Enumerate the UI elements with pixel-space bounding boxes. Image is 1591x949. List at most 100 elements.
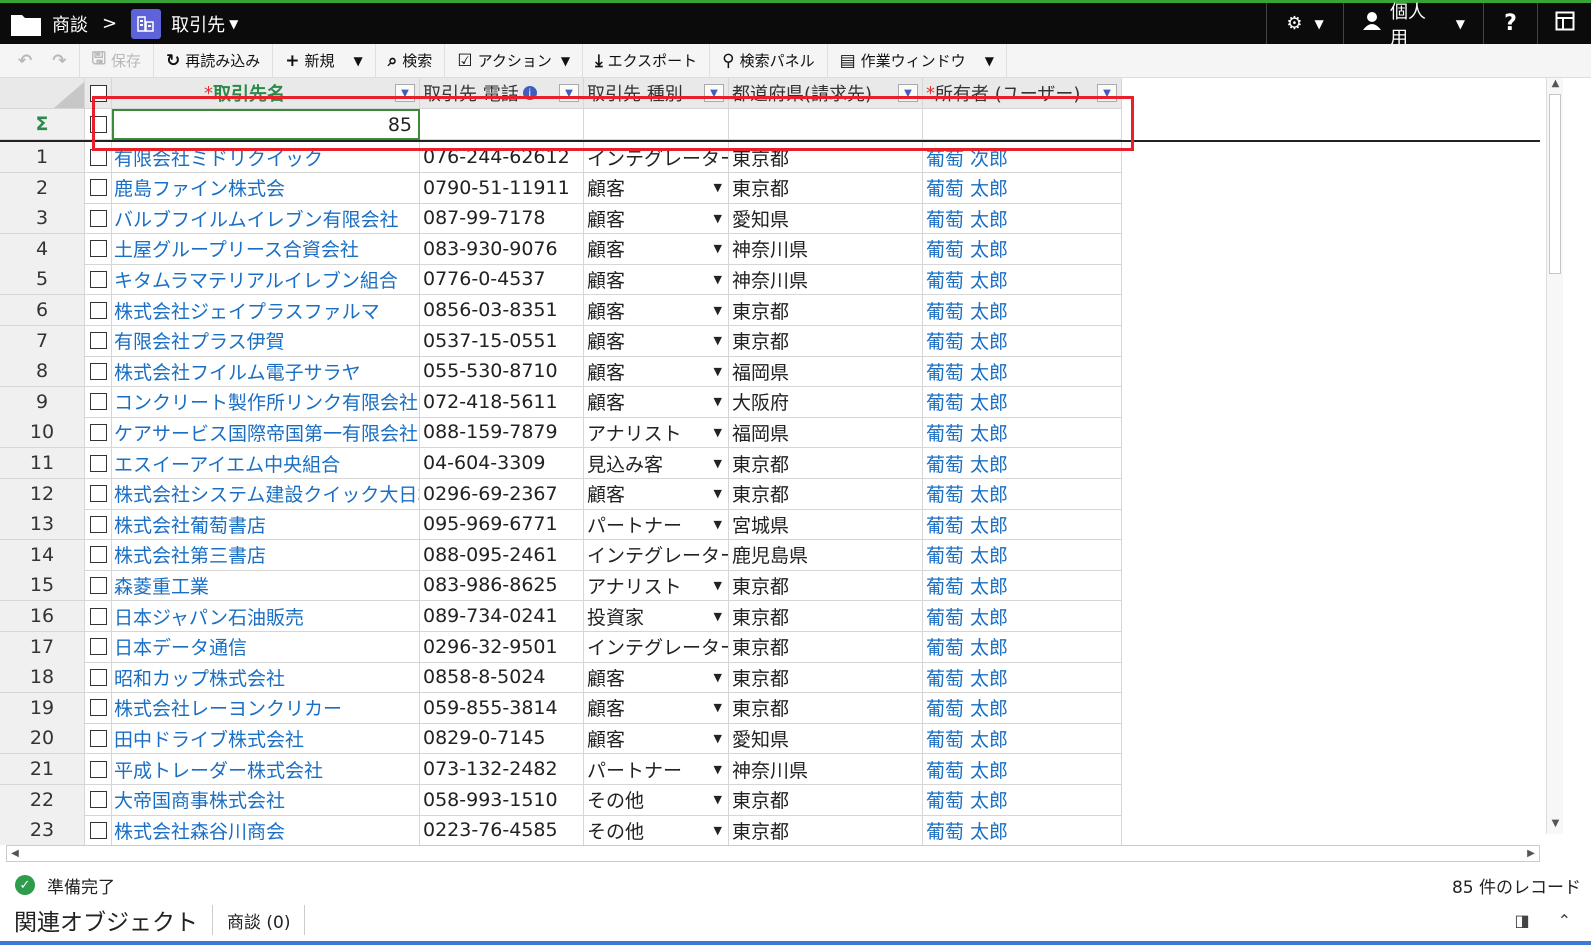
scroll-up-icon[interactable]: ▲ bbox=[1547, 78, 1564, 94]
row-number[interactable]: 20 bbox=[0, 723, 85, 755]
account-name-link[interactable]: 平成トレーダー株式会社 bbox=[112, 754, 420, 785]
row-checkbox-cell[interactable] bbox=[85, 172, 112, 204]
owner-link[interactable]: 葡萄 太郎 bbox=[923, 601, 1122, 632]
account-name-link[interactable]: 大帝国商事株式会社 bbox=[112, 784, 420, 816]
chevron-down-icon[interactable]: ▼ bbox=[714, 273, 722, 286]
row-number[interactable]: 9 bbox=[0, 386, 85, 418]
table-row[interactable]: 2 鹿島ファイン株式会 0790-51-11911 顧客 ▼ 東京都 葡萄 太郎 bbox=[0, 172, 1122, 204]
search-button[interactable]: ⌕ 検索 bbox=[376, 43, 446, 78]
row-checkbox[interactable] bbox=[89, 332, 107, 350]
prefecture-cell[interactable]: 東京都 bbox=[729, 172, 923, 204]
owner-link[interactable]: 葡萄 太郎 bbox=[923, 539, 1122, 571]
scroll-down-icon[interactable]: ▼ bbox=[1547, 818, 1564, 834]
row-checkbox[interactable] bbox=[89, 821, 107, 839]
prefecture-cell[interactable]: 宮城県 bbox=[729, 509, 923, 541]
row-checkbox-cell[interactable] bbox=[85, 233, 112, 265]
row-checkbox-cell[interactable] bbox=[85, 295, 112, 326]
action-button[interactable]: ☑ アクション ▼ bbox=[445, 43, 584, 78]
work-window-button[interactable]: ▤ 作業ウィンドウ ▼ bbox=[828, 43, 1007, 78]
table-row[interactable]: 23 株式会社森谷川商会 0223-76-4585 その他 ▼ 東京都 葡萄 太郎 bbox=[0, 815, 1122, 845]
account-name-link[interactable]: 鹿島ファイン株式会 bbox=[112, 172, 420, 204]
phone-cell[interactable]: 087-99-7178 bbox=[420, 203, 584, 235]
row-checkbox[interactable] bbox=[89, 148, 107, 166]
panel-toggle-icon[interactable]: ◨ bbox=[1514, 911, 1529, 930]
chevron-down-icon[interactable]: ▼ bbox=[714, 212, 722, 225]
prefecture-cell[interactable]: 愛知県 bbox=[729, 203, 923, 235]
phone-cell[interactable]: 083-930-9076 bbox=[420, 233, 584, 265]
phone-cell[interactable]: 0790-51-11911 bbox=[420, 172, 584, 204]
phone-cell[interactable]: 0829-0-7145 bbox=[420, 723, 584, 755]
type-select[interactable]: アナリスト ▼ bbox=[584, 570, 729, 602]
row-checkbox[interactable] bbox=[89, 607, 107, 625]
prefecture-cell[interactable]: 東京都 bbox=[729, 784, 923, 816]
type-select[interactable]: その他 ▼ bbox=[584, 815, 729, 845]
account-name-link[interactable]: 株式会社システム建設クイック大日本 bbox=[112, 478, 420, 510]
undo-button[interactable]: ↶ bbox=[0, 44, 40, 78]
settings-button[interactable]: ⚙ ▼ bbox=[1266, 3, 1343, 44]
table-row[interactable]: 3 バルブフイルムイレブン有限会社 087-99-7178 顧客 ▼ 愛知県 葡萄 太郎 bbox=[0, 203, 1122, 235]
chevron-down-icon[interactable]: ▼ bbox=[714, 824, 722, 837]
row-checkbox-cell[interactable] bbox=[85, 386, 112, 418]
prefecture-cell[interactable]: 東京都 bbox=[729, 662, 923, 694]
prefecture-cell[interactable]: 東京都 bbox=[729, 815, 923, 845]
row-checkbox[interactable] bbox=[89, 638, 107, 656]
row-number[interactable]: 4 bbox=[0, 233, 85, 265]
table-row[interactable]: 16 日本ジャパン石油販売 089-734-0241 投資家 ▼ 東京都 葡萄 太郎 bbox=[0, 601, 1122, 632]
row-checkbox-cell[interactable] bbox=[85, 631, 112, 663]
owner-link[interactable]: 葡萄 太郎 bbox=[923, 172, 1122, 204]
phone-cell[interactable]: 0858-8-5024 bbox=[420, 662, 584, 694]
owner-link[interactable]: 葡萄 太郎 bbox=[923, 386, 1122, 418]
chevron-down-icon[interactable]: ▼ bbox=[714, 242, 722, 255]
row-checkbox-cell[interactable] bbox=[85, 478, 112, 510]
row-checkbox[interactable] bbox=[89, 515, 107, 533]
table-row[interactable]: 10 ケアサービス国際帝国第一有限会社 088-159-7879 アナリスト ▼ 福岡県葡… bbox=[0, 417, 1122, 449]
account-name-link[interactable]: 株式会社フイルム電子サラヤ bbox=[112, 356, 420, 388]
prefecture-cell[interactable]: 福岡県 bbox=[729, 417, 923, 449]
account-name-link[interactable]: キタムラマテリアルイレブン組合 bbox=[112, 264, 420, 296]
owner-link[interactable]: 葡萄 太郎 bbox=[923, 264, 1122, 296]
chevron-down-icon[interactable]: ▼ bbox=[714, 793, 722, 806]
row-checkbox[interactable] bbox=[89, 393, 107, 411]
chevron-down-icon[interactable]: ▼ bbox=[714, 732, 722, 745]
phone-cell[interactable]: 088-095-2461 bbox=[420, 539, 584, 571]
phone-cell[interactable]: 0296-69-2367 bbox=[420, 478, 584, 510]
table-row[interactable]: 21 平成トレーダー株式会社 073-132-2482 パートナー ▼ 神奈川県 葡萄 太郎 bbox=[0, 754, 1122, 785]
account-name-link[interactable]: 森菱重工業 bbox=[112, 570, 420, 602]
row-checkbox-cell[interactable] bbox=[85, 203, 112, 235]
row-checkbox[interactable] bbox=[89, 209, 107, 227]
row-number[interactable]: 19 bbox=[0, 692, 85, 724]
prefecture-cell[interactable]: 東京都 bbox=[729, 478, 923, 510]
scroll-right-icon[interactable]: ▶ bbox=[1523, 846, 1539, 861]
chevron-down-icon[interactable]: ▼ bbox=[714, 487, 722, 500]
table-row[interactable]: 20 田中ドライブ株式会社 0829-0-7145 顧客 ▼ 愛知県 葡萄 太郎 bbox=[0, 723, 1122, 755]
phone-cell[interactable]: 0856-03-8351 bbox=[420, 295, 584, 326]
row-number[interactable]: 14 bbox=[0, 539, 85, 571]
chevron-down-icon[interactable]: ▼ bbox=[714, 763, 722, 776]
account-name-link[interactable]: 株式会社森谷川商会 bbox=[112, 815, 420, 845]
account-name-link[interactable]: 田中ドライブ株式会社 bbox=[112, 723, 420, 755]
type-select[interactable]: 顧客 ▼ bbox=[584, 203, 729, 235]
type-select[interactable]: 顧客 ▼ bbox=[584, 356, 729, 388]
owner-link[interactable]: 葡萄 太郎 bbox=[923, 417, 1122, 449]
export-button[interactable]: ⤓ エクスポート bbox=[583, 43, 711, 78]
chevron-down-icon[interactable]: ▼ bbox=[714, 365, 722, 378]
row-number[interactable]: 12 bbox=[0, 478, 85, 510]
folder-icon[interactable] bbox=[10, 11, 42, 37]
scroll-left-icon[interactable]: ◀ bbox=[7, 846, 23, 861]
row-number[interactable]: 5 bbox=[0, 264, 85, 296]
prefecture-cell[interactable]: 東京都 bbox=[729, 325, 923, 357]
row-number[interactable]: 1 bbox=[0, 142, 85, 173]
row-checkbox-cell[interactable] bbox=[85, 539, 112, 571]
chevron-down-icon[interactable]: ▼ bbox=[714, 426, 722, 439]
row-checkbox-cell[interactable] bbox=[85, 784, 112, 816]
prefecture-cell[interactable]: 東京都 bbox=[729, 570, 923, 602]
table-row[interactable]: 9 コンクリート製作所リンク有限会社 072-418-5611 顧客 ▼ 大阪府 葡萄 太郎 bbox=[0, 386, 1122, 418]
breadcrumb-parent[interactable]: 商談 bbox=[52, 11, 88, 37]
row-checkbox-cell[interactable] bbox=[85, 570, 112, 602]
owner-link[interactable]: 葡萄 太郎 bbox=[923, 478, 1122, 510]
row-checkbox-cell[interactable] bbox=[85, 815, 112, 845]
owner-link[interactable]: 葡萄 太郎 bbox=[923, 662, 1122, 694]
row-checkbox[interactable] bbox=[89, 485, 107, 503]
table-row[interactable]: 17 日本データ通信0296-32-9501インテグレーター▼東京都葡萄 太郎 bbox=[0, 631, 1122, 663]
account-name-link[interactable]: 株式会社第三書店 bbox=[112, 539, 420, 571]
